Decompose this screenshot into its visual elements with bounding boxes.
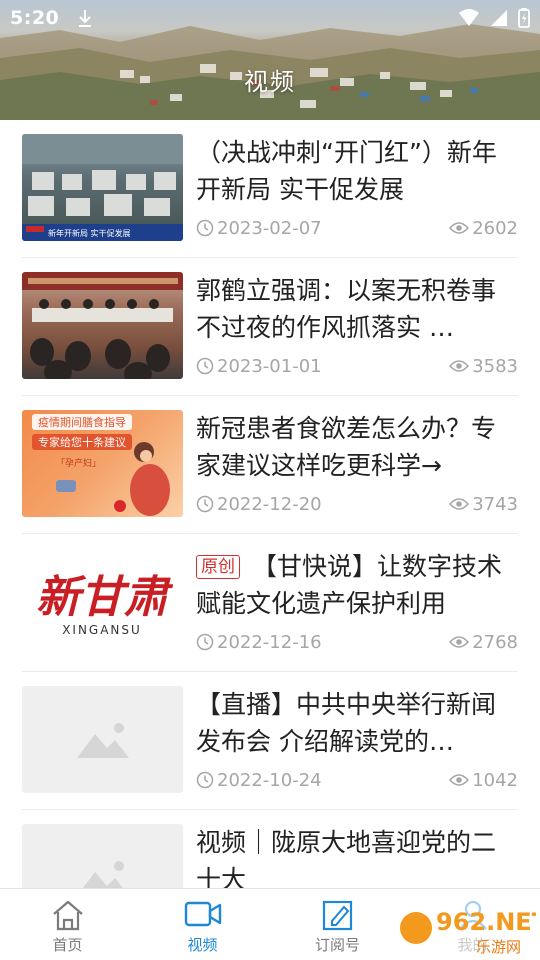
news-thumbnail[interactable] bbox=[22, 824, 183, 890]
news-item[interactable]: 郭鹤立强调：以案无积卷事不过夜的作风抓落实 … 2023-01-01 3583 bbox=[22, 258, 518, 396]
thumbnail-headline: 疫情期间膳食指导 bbox=[38, 415, 126, 429]
news-views: 2602 bbox=[472, 217, 518, 239]
image-placeholder-icon bbox=[80, 860, 125, 890]
factory-image: 新年开新局 实干促发展 bbox=[22, 134, 183, 241]
news-title[interactable]: 视频｜陇原大地喜迎党的二十大 bbox=[196, 824, 518, 890]
clock-icon bbox=[196, 219, 214, 237]
status-time: 5:20 bbox=[10, 7, 60, 29]
news-meta: 2022-12-20 3743 bbox=[196, 492, 518, 516]
news-date: 2022-12-20 bbox=[217, 493, 322, 515]
news-title-text[interactable]: 【甘快说】让数字技术赋能文化遗产保护利用 bbox=[196, 552, 502, 618]
thumbnail-caption: 新年开新局 实干促发展 bbox=[48, 228, 131, 238]
eye-icon bbox=[449, 222, 470, 234]
clock-icon bbox=[196, 633, 214, 651]
brand-logo-text: 新甘肃 bbox=[36, 572, 174, 623]
eye-icon bbox=[449, 360, 470, 372]
news-title[interactable]: （决战冲刺“开门红”）新年开新局 实干促发展 bbox=[196, 134, 518, 212]
news-views: 2768 bbox=[472, 631, 518, 653]
subscribe-icon bbox=[322, 900, 352, 931]
brand-logo-subtext: XINGANSU bbox=[62, 623, 142, 637]
watermark-subtext: 乐游网 bbox=[476, 938, 521, 956]
clock-icon bbox=[196, 357, 214, 375]
news-title[interactable]: 郭鹤立强调：以案无积卷事不过夜的作风抓落实 … bbox=[196, 272, 518, 350]
video-icon bbox=[184, 901, 221, 927]
news-date: 2022-12-16 bbox=[217, 631, 322, 653]
news-title[interactable]: 新冠患者食欲差怎么办？专家建议这样吃更科学→ bbox=[196, 410, 518, 488]
download-icon bbox=[79, 10, 92, 27]
news-date: 2022-10-24 bbox=[217, 769, 322, 791]
header-banner: 5:20 视频 bbox=[0, 0, 540, 120]
eye-icon bbox=[449, 498, 470, 510]
news-title[interactable]: 【直播】中共中央举行新闻发布会 介绍解读党的… bbox=[196, 686, 518, 764]
tab-subscriptions-label: 订阅号 bbox=[314, 936, 360, 954]
news-item[interactable]: 新甘肃 XINGANSU 原创 【甘快说】让数字技术赋能文化遗产保护利用 2022… bbox=[22, 534, 518, 672]
news-date: 2023-01-01 bbox=[217, 355, 322, 377]
tab-video-label: 视频 bbox=[187, 936, 218, 954]
eye-icon bbox=[449, 774, 470, 786]
page-title: 视频 bbox=[244, 68, 296, 96]
news-views: 1042 bbox=[472, 769, 518, 791]
bottom-tab-bar: 首页 视频 订阅号 我的 962.NET 乐游网 bbox=[0, 888, 540, 960]
news-thumbnail[interactable] bbox=[22, 272, 183, 379]
meeting-image bbox=[22, 272, 183, 379]
news-meta: 2023-02-07 2602 bbox=[196, 216, 518, 240]
battery-icon bbox=[518, 8, 530, 28]
home-icon bbox=[52, 900, 83, 931]
news-list[interactable]: 新年开新局 实干促发展 （决战冲刺“开门红”）新年开新局 实干促发展 2023-… bbox=[0, 120, 540, 890]
news-thumbnail[interactable] bbox=[22, 686, 183, 793]
thumbnail-tag: 「孕产妇」 bbox=[56, 457, 101, 469]
wifi-icon bbox=[459, 9, 479, 26]
news-views: 3743 bbox=[472, 493, 518, 515]
news-thumbnail[interactable]: 疫情期间膳食指导 专家给您十条建议 「孕产妇」 bbox=[22, 410, 183, 517]
tab-video[interactable]: 视频 bbox=[135, 889, 270, 960]
clock-icon bbox=[196, 771, 214, 789]
tab-home[interactable]: 首页 bbox=[0, 889, 135, 960]
news-item[interactable]: 【直播】中共中央举行新闻发布会 介绍解读党的… 2022-10-24 1042 bbox=[22, 672, 518, 810]
tab-subscriptions[interactable]: 订阅号 bbox=[270, 889, 405, 960]
news-item[interactable]: 新年开新局 实干促发展 （决战冲刺“开门红”）新年开新局 实干促发展 2023-… bbox=[22, 120, 518, 258]
watermark-logo: 962.NET 乐游网 bbox=[396, 898, 536, 958]
diet-advice-image: 疫情期间膳食指导 专家给您十条建议 「孕产妇」 bbox=[32, 414, 170, 516]
news-views: 3583 bbox=[472, 355, 518, 377]
news-date: 2023-02-07 bbox=[217, 217, 322, 239]
news-meta: 2023-01-01 3583 bbox=[196, 354, 518, 378]
thumbnail-subheadline: 专家给您十条建议 bbox=[38, 435, 126, 449]
original-tag: 原创 bbox=[196, 555, 240, 579]
news-meta: 2022-10-24 1042 bbox=[196, 768, 518, 792]
news-item[interactable]: 视频｜陇原大地喜迎党的二十大 bbox=[22, 810, 518, 890]
xingansu-logo-image: 新甘肃 XINGANSU bbox=[36, 572, 174, 637]
signal-icon bbox=[491, 10, 507, 26]
clock-icon bbox=[196, 495, 214, 513]
news-title[interactable]: 原创 【甘快说】让数字技术赋能文化遗产保护利用 bbox=[196, 548, 518, 626]
news-meta: 2022-12-16 2768 bbox=[196, 630, 518, 654]
news-item[interactable]: 疫情期间膳食指导 专家给您十条建议 「孕产妇」 新冠患者食欲差怎么办？专家建议这… bbox=[22, 396, 518, 534]
news-thumbnail[interactable]: 新甘肃 XINGANSU bbox=[22, 548, 183, 655]
status-bar: 5:20 bbox=[0, 0, 540, 36]
news-thumbnail[interactable]: 新年开新局 实干促发展 bbox=[22, 134, 183, 241]
tab-home-label: 首页 bbox=[52, 936, 83, 954]
watermark-text: 962.NET bbox=[436, 908, 536, 936]
image-placeholder-icon bbox=[76, 722, 129, 758]
eye-icon bbox=[449, 636, 470, 648]
